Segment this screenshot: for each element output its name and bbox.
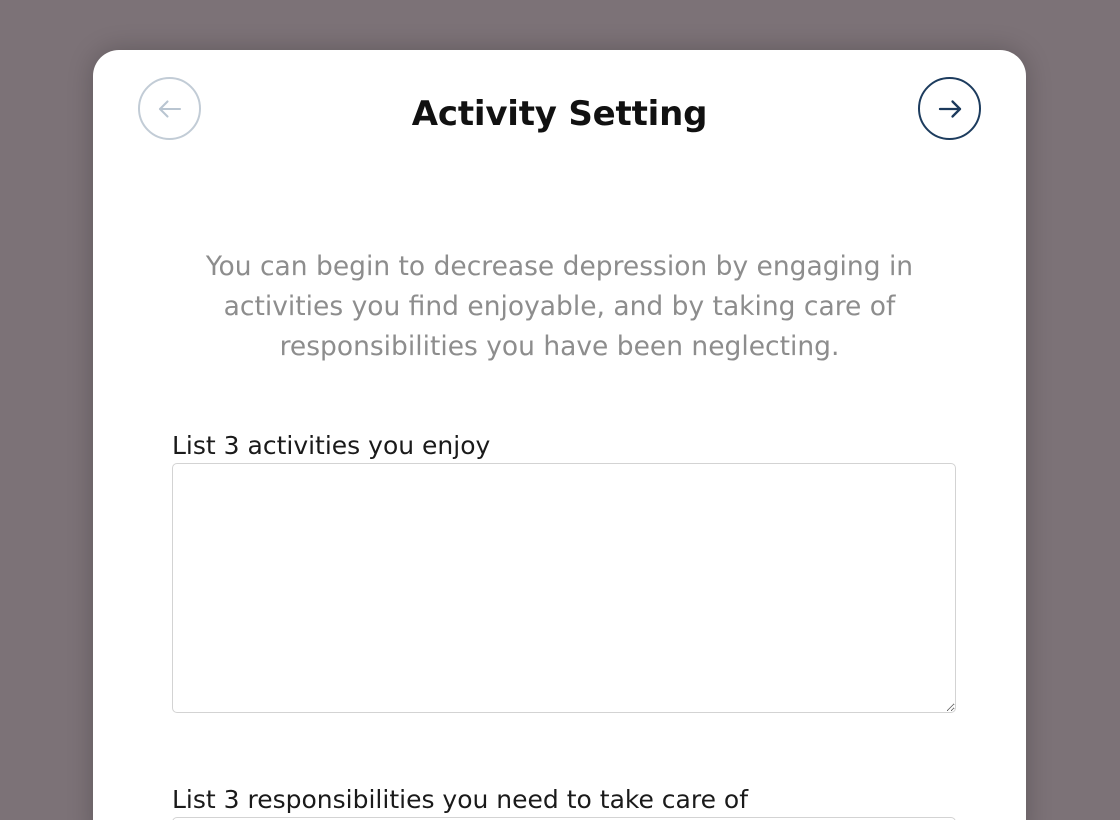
next-button[interactable] [918, 77, 981, 140]
description-text: You can begin to decrease depression by … [205, 251, 914, 362]
activity-setting-card: Activity Setting You can begin to decrea… [93, 50, 1026, 820]
activity-form: List 3 activities you enjoy List 3 respo… [93, 429, 1026, 820]
arrow-right-icon [933, 92, 967, 126]
field-label-responsibilities: List 3 responsibilities you need to take… [172, 785, 749, 814]
field-label-activities-enjoy: List 3 activities you enjoy [172, 431, 491, 460]
page-title: Activity Setting [411, 94, 708, 134]
card-header: Activity Setting [93, 50, 1026, 195]
activities-enjoy-input[interactable] [172, 463, 956, 713]
field-responsibilities: List 3 responsibilities you need to take… [172, 783, 956, 820]
field-activities-enjoy: List 3 activities you enjoy [172, 429, 956, 713]
app-root: Activity Setting You can begin to decrea… [0, 0, 1120, 820]
